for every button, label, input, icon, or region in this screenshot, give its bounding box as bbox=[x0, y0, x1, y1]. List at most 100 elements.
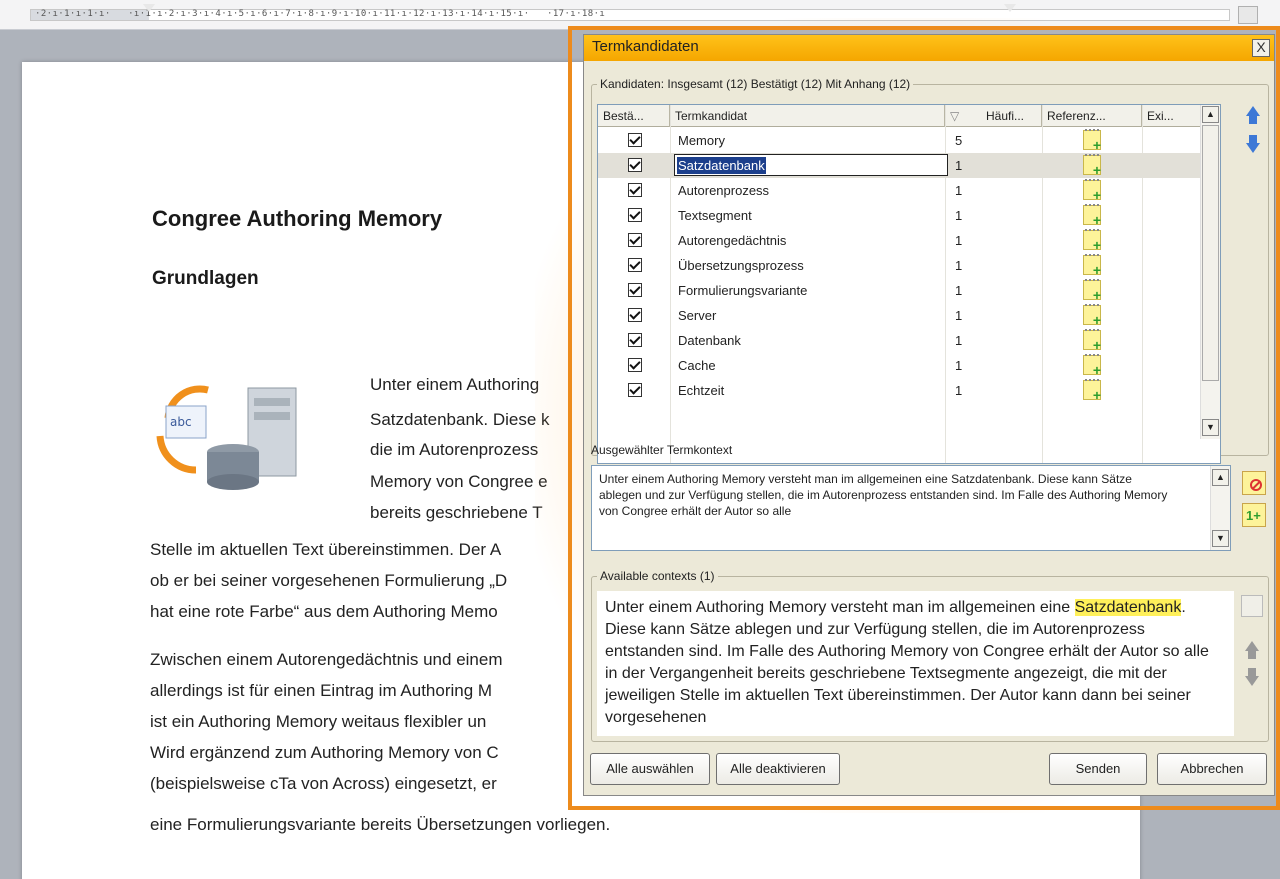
table-row[interactable]: Memory 5 bbox=[598, 128, 1201, 153]
confirm-checkbox[interactable] bbox=[628, 383, 642, 397]
available-context-text: Unter einem Authoring Memory versteht ma… bbox=[605, 597, 1225, 729]
add-reference-icon[interactable] bbox=[1083, 179, 1101, 202]
term-edit-selection[interactable]: Satzdatenbank bbox=[677, 157, 766, 174]
document-subtitle: Grundlagen bbox=[152, 268, 259, 289]
term-cell: Cache bbox=[678, 358, 716, 373]
confirm-checkbox[interactable] bbox=[628, 358, 642, 372]
document-line: Wird ergänzend zum Authoring Memory von … bbox=[150, 743, 499, 762]
term-cell: Datenbank bbox=[678, 333, 741, 348]
add-reference-icon[interactable] bbox=[1083, 254, 1101, 277]
table-row[interactable]: Übersetzungsprozess 1 bbox=[598, 253, 1201, 278]
term-cell: Textsegment bbox=[678, 208, 752, 223]
previous-context-icon[interactable] bbox=[1241, 641, 1263, 663]
deselect-all-button[interactable]: Alle deaktivieren bbox=[716, 753, 840, 785]
add-reference-icon[interactable] bbox=[1083, 354, 1101, 377]
send-button[interactable]: Senden bbox=[1049, 753, 1147, 785]
table-row[interactable]: Echtzeit 1 bbox=[598, 378, 1201, 403]
indent-marker-right[interactable] bbox=[1004, 4, 1016, 12]
sort-indicator-icon[interactable]: ▽ bbox=[945, 105, 970, 127]
database-logo-icon: abc bbox=[156, 385, 297, 490]
document-line: ist ein Authoring Memory weitaus flexibl… bbox=[150, 712, 487, 731]
scroll-thumb[interactable] bbox=[1202, 125, 1219, 381]
confirm-checkbox[interactable] bbox=[628, 258, 642, 272]
context-label: Ausgewählter Termkontext bbox=[591, 443, 733, 457]
table-row-selected[interactable]: Satzdatenbank 1 bbox=[598, 153, 1201, 178]
table-row[interactable]: Cache 1 bbox=[598, 353, 1201, 378]
frequency-cell: 1 bbox=[955, 208, 963, 223]
column-header-frequency[interactable]: Häufi... bbox=[970, 105, 1042, 127]
add-reference-icon[interactable] bbox=[1083, 204, 1101, 227]
copy-context-icon[interactable] bbox=[1241, 595, 1263, 617]
document-line: Stelle im aktuellen Text übereinstimmen.… bbox=[150, 540, 502, 559]
table-row[interactable]: Formulierungsvariante 1 bbox=[598, 278, 1201, 303]
confirm-checkbox[interactable] bbox=[628, 333, 642, 347]
document-line: bereits geschriebene T bbox=[370, 503, 543, 522]
context-scrollbar[interactable]: ▲ ▼ bbox=[1210, 466, 1230, 550]
table-row[interactable]: Datenbank 1 bbox=[598, 328, 1201, 353]
indent-marker-left[interactable] bbox=[143, 4, 155, 12]
document-line: (beispielsweise cTa von Across) eingeset… bbox=[150, 774, 497, 793]
term-edit-field[interactable]: Satzdatenbank bbox=[674, 154, 948, 176]
column-header-term[interactable]: Termkandidat bbox=[670, 105, 945, 127]
confirm-checkbox[interactable] bbox=[628, 283, 642, 297]
scroll-down-button[interactable]: ▼ bbox=[1212, 530, 1229, 547]
document-line: hat eine rote Farbe“ aus dem Authoring M… bbox=[150, 602, 498, 621]
column-header-existing[interactable]: Exi... bbox=[1142, 105, 1201, 127]
confirm-checkbox[interactable] bbox=[628, 183, 642, 197]
reject-term-icon[interactable] bbox=[1242, 471, 1266, 495]
column-header-reference[interactable]: Referenz... bbox=[1042, 105, 1142, 127]
available-context-text-area[interactable]: Unter einem Authoring Memory versteht ma… bbox=[597, 591, 1234, 736]
add-reference-icon[interactable] bbox=[1083, 279, 1101, 302]
dialog-titlebar[interactable]: Termkandidaten X bbox=[584, 35, 1274, 61]
move-down-icon[interactable] bbox=[1242, 134, 1264, 156]
frequency-cell: 1 bbox=[955, 333, 963, 348]
context-textbox[interactable]: Unter einem Authoring Memory versteht ma… bbox=[591, 465, 1231, 551]
ruler-scale: ·2·ı·1·ı·1·ı· ·ı·1·ı·2·ı·3·ı·4·ı·5·ı·6·ı… bbox=[35, 9, 606, 19]
term-cell: Autorenprozess bbox=[678, 183, 770, 198]
table-scrollbar[interactable]: ▲ ▼ bbox=[1200, 105, 1220, 439]
table-row[interactable]: Server 1 bbox=[598, 303, 1201, 328]
context-text: Unter einem Authoring Memory versteht ma… bbox=[599, 472, 1168, 518]
frequency-cell: 1 bbox=[955, 383, 963, 398]
add-reference-icon[interactable] bbox=[1083, 129, 1101, 152]
document-line: Satzdatenbank. Diese k bbox=[370, 410, 550, 429]
document-line: allerdings ist für einen Eintrag im Auth… bbox=[150, 681, 493, 700]
term-cell: Autorengedächtnis bbox=[678, 233, 787, 248]
table-row[interactable]: Autorengedächtnis 1 bbox=[598, 228, 1201, 253]
confirm-checkbox[interactable] bbox=[628, 133, 642, 147]
document-line: die im Autorenprozess bbox=[370, 440, 539, 459]
term-cell: Memory bbox=[678, 133, 725, 148]
add-reference-icon[interactable] bbox=[1083, 329, 1101, 352]
confirm-checkbox[interactable] bbox=[628, 158, 642, 172]
frequency-cell: 1 bbox=[955, 358, 963, 373]
add-term-icon[interactable]: 1+ bbox=[1242, 503, 1266, 527]
frequency-cell: 1 bbox=[955, 183, 963, 198]
document-line: Unter einem Authoring bbox=[370, 375, 540, 394]
close-button[interactable]: X bbox=[1252, 39, 1270, 57]
table-row[interactable]: Textsegment 1 bbox=[598, 203, 1201, 228]
confirm-checkbox[interactable] bbox=[628, 208, 642, 222]
scroll-up-button[interactable]: ▲ bbox=[1202, 106, 1219, 123]
select-all-button[interactable]: Alle auswählen bbox=[590, 753, 710, 785]
candidates-table[interactable]: Bestä... Termkandidat ▽ Häufi... Referen… bbox=[597, 104, 1221, 464]
context-text-after: . Diese kann Sätze ablegen und zur Verfü… bbox=[605, 599, 1209, 726]
scroll-down-button[interactable]: ▼ bbox=[1202, 419, 1219, 436]
add-reference-icon[interactable] bbox=[1083, 229, 1101, 252]
table-row[interactable]: Autorenprozess 1 bbox=[598, 178, 1201, 203]
frequency-cell: 1 bbox=[955, 308, 963, 323]
next-context-icon[interactable] bbox=[1241, 667, 1263, 689]
table-header: Bestä... Termkandidat ▽ Häufi... Referen… bbox=[598, 105, 1201, 127]
term-cell: Echtzeit bbox=[678, 383, 725, 398]
add-reference-icon[interactable] bbox=[1083, 304, 1101, 327]
document-line: ob er bei seiner vorgesehenen Formulieru… bbox=[150, 571, 508, 590]
add-reference-icon[interactable] bbox=[1083, 154, 1101, 177]
confirm-checkbox[interactable] bbox=[628, 308, 642, 322]
move-up-icon[interactable] bbox=[1242, 106, 1264, 128]
scroll-up-button[interactable]: ▲ bbox=[1212, 469, 1229, 486]
add-reference-icon[interactable] bbox=[1083, 379, 1101, 402]
svg-text:abc: abc bbox=[170, 415, 192, 429]
highlighted-term: Satzdatenbank bbox=[1074, 599, 1182, 616]
cancel-button[interactable]: Abbrechen bbox=[1157, 753, 1267, 785]
column-header-confirmed[interactable]: Bestä... bbox=[598, 105, 670, 127]
confirm-checkbox[interactable] bbox=[628, 233, 642, 247]
